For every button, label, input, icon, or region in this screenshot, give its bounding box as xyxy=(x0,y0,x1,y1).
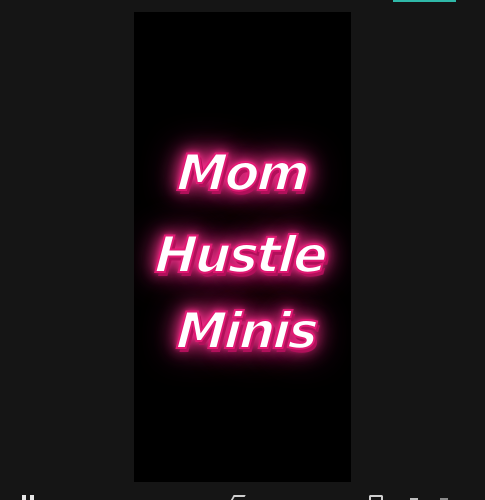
volume-icon[interactable] xyxy=(230,495,246,500)
preview-canvas[interactable]: Mom Hustle Minis xyxy=(134,12,351,482)
active-tab-indicator[interactable] xyxy=(393,0,456,2)
title-text-line-mom[interactable]: Mom xyxy=(134,143,351,203)
video-editor-workspace: Mom Hustle Minis xyxy=(0,0,485,500)
pause-icon[interactable] xyxy=(22,495,36,500)
copy-icon[interactable] xyxy=(369,495,383,500)
title-text-line-minis[interactable]: Minis xyxy=(136,301,351,361)
title-text-line-hustle[interactable]: Hustle xyxy=(134,225,351,285)
playback-toolbar xyxy=(0,488,485,500)
